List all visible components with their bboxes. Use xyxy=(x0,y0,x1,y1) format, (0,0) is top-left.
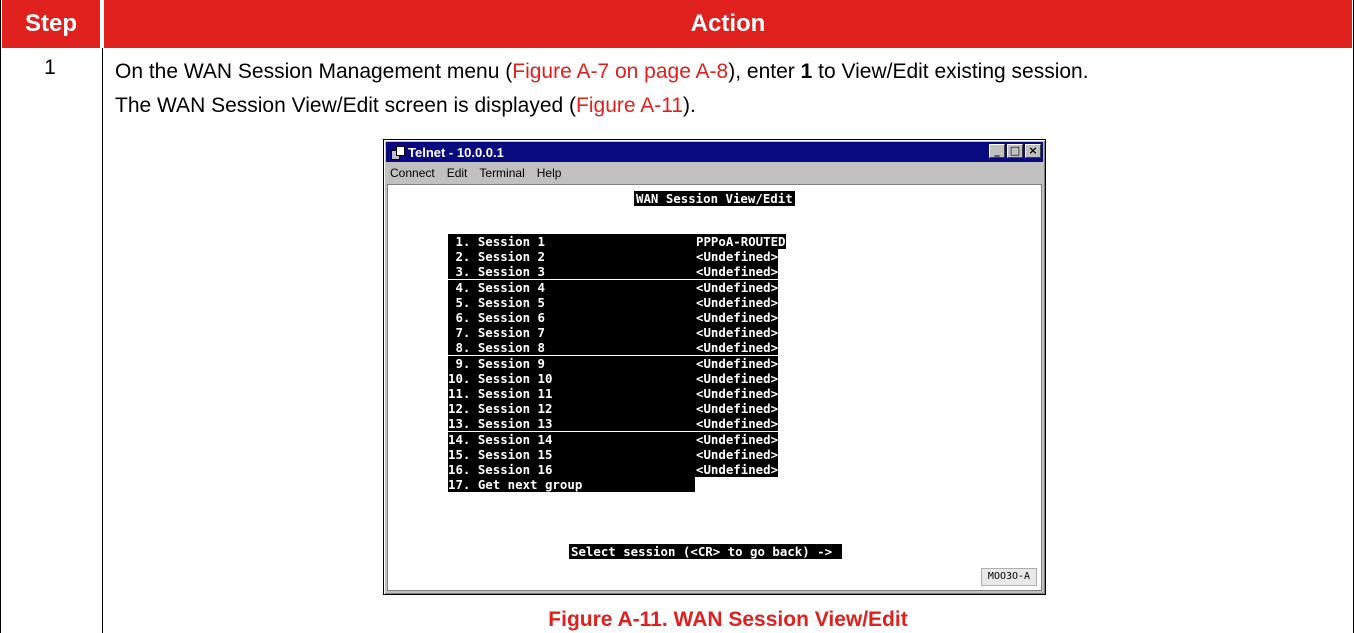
session-option[interactable]: 15. Session 15 xyxy=(448,446,730,462)
action-text-part: ). xyxy=(683,94,696,117)
session-type: <Undefined> xyxy=(696,401,779,417)
session-option[interactable]: 13. Session 13 xyxy=(448,416,730,432)
session-type: <Undefined> xyxy=(696,386,779,401)
session-option[interactable]: 12. Session 12 xyxy=(448,401,730,417)
action-text-part: ), enter xyxy=(728,60,801,83)
action-text-part: to View/Edit existing session. xyxy=(812,60,1089,83)
step-number: 1 xyxy=(44,56,56,79)
menu-edit[interactable]: Edit xyxy=(447,166,468,180)
session-type: <Undefined> xyxy=(696,294,779,310)
session-option[interactable]: 16. Session 16 xyxy=(448,462,730,477)
telnet-menubar: Connect Edit Terminal Help xyxy=(386,164,561,182)
window-controls: _ □ × xyxy=(989,144,1041,158)
session-type: <Undefined> xyxy=(696,416,779,432)
option-number: 1 xyxy=(800,60,813,83)
session-option[interactable]: 11. Session 11 xyxy=(448,386,730,401)
header-step: Step xyxy=(2,0,100,48)
session-option[interactable]: 9. Session 9 xyxy=(448,355,730,371)
menu-terminal[interactable]: Terminal xyxy=(479,166,524,180)
session-type: <Undefined> xyxy=(696,325,779,341)
header-action: Action xyxy=(104,0,1352,48)
telnet-window: Telnet - 10.0.0.1 _ □ × Connect Edit Ter… xyxy=(383,139,1046,595)
procedure-table: Step Action 1 On the WAN Session Managem… xyxy=(0,0,1354,633)
session-option[interactable]: 5. Session 5 xyxy=(448,294,730,310)
screen-title: WAN Session View/Edit xyxy=(634,191,795,206)
session-option[interactable]: 6. Session 6 xyxy=(448,310,730,325)
table-border-left xyxy=(0,0,1,633)
session-prompt[interactable]: Select session (<CR> to go back) -> xyxy=(569,544,842,559)
session-type: PPPoA-ROUTED xyxy=(696,234,786,249)
close-button[interactable]: × xyxy=(1025,144,1041,158)
column-divider xyxy=(102,48,103,633)
session-type: <Undefined> xyxy=(696,446,779,462)
session-option[interactable]: 10. Session 10 xyxy=(448,370,730,386)
session-type: <Undefined> xyxy=(696,431,779,447)
maximize-button[interactable]: □ xyxy=(1007,144,1023,158)
terminal-screen[interactable]: WAN Session View/Edit 1. Session 1 PPPoA-… xyxy=(387,184,1042,591)
action-text-part: On the WAN Session Management menu ( xyxy=(115,60,513,83)
action-text-part: The WAN Session View/Edit screen is disp… xyxy=(115,94,577,117)
get-next-group-option[interactable]: 17. Get next group xyxy=(448,477,695,493)
minimize-button[interactable]: _ xyxy=(989,144,1005,158)
telnet-titlebar: Telnet - 10.0.0.1 _ □ × xyxy=(386,142,1043,162)
session-type: <Undefined> xyxy=(696,370,779,386)
session-option[interactable]: 4. Session 4 xyxy=(448,279,730,295)
session-option[interactable]: 8. Session 8 xyxy=(448,340,730,356)
action-line-2: The WAN Session View/Edit screen is disp… xyxy=(115,89,1345,123)
figure-a7-link[interactable]: Figure A-7 on page A-8 xyxy=(512,60,728,83)
session-type: <Undefined> xyxy=(696,310,779,325)
session-type: <Undefined> xyxy=(696,462,779,477)
telnet-title: Telnet - 10.0.0.1 xyxy=(408,144,504,160)
session-type: <Undefined> xyxy=(696,355,779,371)
session-type: <Undefined> xyxy=(696,340,779,356)
figure-a11-link[interactable]: Figure A-11 xyxy=(576,94,683,117)
session-option[interactable]: 2. Session 2 xyxy=(448,249,730,265)
menu-connect[interactable]: Connect xyxy=(390,166,435,180)
session-option[interactable]: 1. Session 1 xyxy=(448,234,730,249)
action-text: On the WAN Session Management menu (Figu… xyxy=(115,55,1345,123)
session-option[interactable]: 3. Session 3 xyxy=(448,264,730,280)
figure-caption: Figure A-11. WAN Session View/Edit xyxy=(548,608,908,631)
menu-help[interactable]: Help xyxy=(537,166,562,180)
session-type: <Undefined> xyxy=(696,279,779,295)
telnet-app-icon xyxy=(390,145,405,160)
action-line-1: On the WAN Session Management menu (Figu… xyxy=(115,55,1345,89)
session-type: <Undefined> xyxy=(696,264,779,280)
figure-code: MOO3O-A xyxy=(981,568,1037,586)
session-type: <Undefined> xyxy=(696,249,779,265)
session-option[interactable]: 7. Session 7 xyxy=(448,325,730,341)
session-option[interactable]: 14. Session 14 xyxy=(448,431,730,447)
